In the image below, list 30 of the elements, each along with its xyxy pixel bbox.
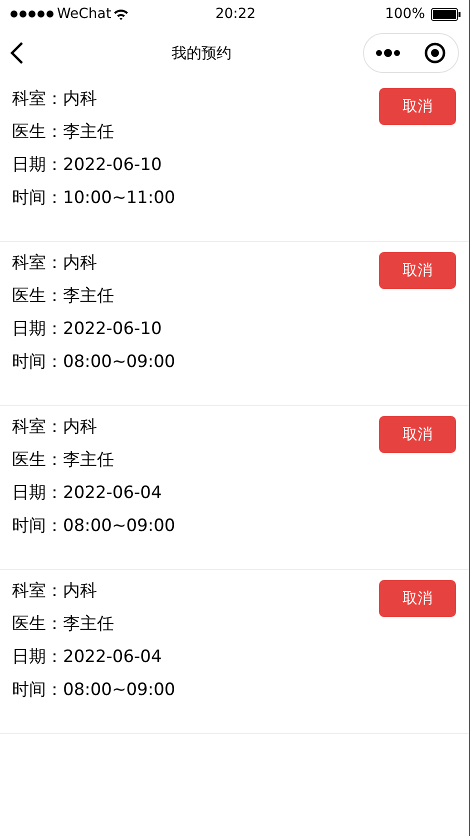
- wifi-icon: [114, 8, 128, 20]
- appointment-detail: 医生：李主任: [12, 121, 115, 143]
- appointment-detail: 时间：08:00~09:00: [12, 679, 176, 701]
- appointment-detail: 医生：李主任: [12, 285, 115, 307]
- record-icon[interactable]: [424, 42, 446, 64]
- back-icon[interactable]: [10, 42, 24, 64]
- more-icon[interactable]: [375, 49, 402, 57]
- clock-time: 20:22: [215, 6, 256, 22]
- appointment-detail: 时间：08:00~09:00: [12, 351, 176, 373]
- battery-percent: 100%: [384, 6, 425, 22]
- appointment-detail: 医生：李主任: [12, 613, 115, 635]
- cancel-button[interactable]: 取消: [379, 416, 456, 453]
- appointment-detail: 日期：2022-06-04: [12, 482, 163, 504]
- appointment-detail: 科室：内科: [12, 88, 98, 110]
- signal-icon: [10, 10, 54, 18]
- appointment-detail: 医生：李主任: [12, 449, 115, 471]
- cancel-button[interactable]: 取消: [379, 88, 456, 125]
- appointment-detail: 日期：2022-06-04: [12, 646, 163, 668]
- cancel-button[interactable]: 取消: [379, 252, 456, 289]
- appointment-detail: 科室：内科: [12, 416, 98, 438]
- battery-icon: [431, 8, 461, 20]
- appointment-detail: 时间：08:00~09:00: [12, 515, 176, 537]
- carrier-name: WeChat: [57, 6, 112, 22]
- cancel-button[interactable]: 取消: [379, 580, 456, 617]
- appointment-detail: 日期：2022-06-10: [12, 318, 163, 340]
- appointment-detail: 时间：10:00~11:00: [12, 187, 176, 209]
- appointment-detail: 科室：内科: [12, 580, 98, 602]
- appointment-detail: 日期：2022-06-10: [12, 154, 163, 176]
- page-title: 我的预约: [172, 44, 232, 62]
- appointment-detail: 科室：内科: [12, 252, 98, 274]
